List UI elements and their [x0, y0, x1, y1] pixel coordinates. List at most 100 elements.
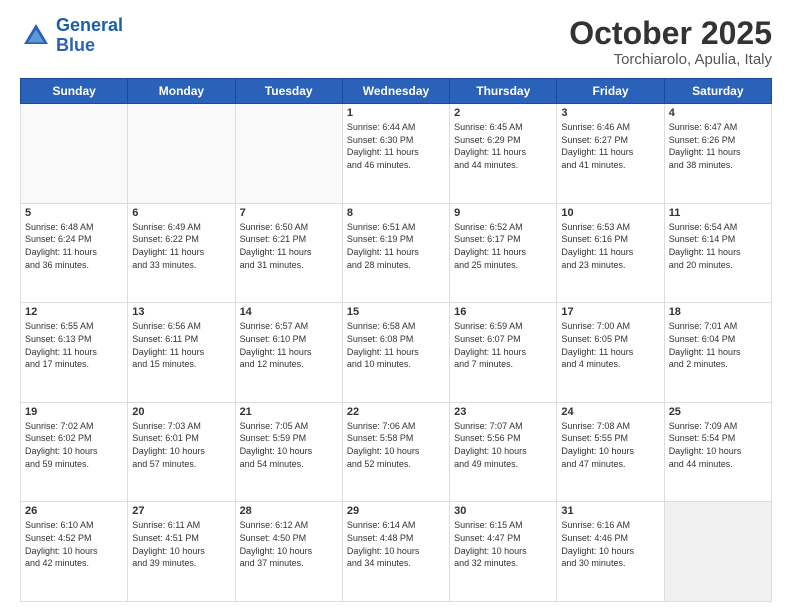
calendar-cell: 10 Sunrise: 6:53 AM Sunset: 6:16 PM Dayli…: [557, 203, 664, 303]
day-number: 19: [25, 406, 123, 418]
day-number: 23: [454, 406, 552, 418]
calendar-cell: 7 Sunrise: 6:50 AM Sunset: 6:21 PM Daylig…: [235, 203, 342, 303]
week-row-4: 19 Sunrise: 7:02 AM Sunset: 6:02 PM Dayli…: [21, 402, 772, 502]
calendar-cell: 24 Sunrise: 7:08 AM Sunset: 5:55 PM Dayli…: [557, 402, 664, 502]
logo-icon: [20, 20, 52, 52]
day-info: Sunrise: 6:53 AM Sunset: 6:16 PM Dayligh…: [561, 221, 659, 271]
weekday-header-tuesday: Tuesday: [235, 79, 342, 104]
calendar-cell: 23Sunrise: 7:07 AM Sunset: 5:56 PM Dayli…: [450, 402, 557, 502]
calendar-cell: [664, 502, 771, 602]
day-number: 11: [669, 207, 767, 219]
page: General Blue October 2025 Torchiarolo, A…: [0, 0, 792, 612]
day-info: Sunrise: 6:54 AM Sunset: 6:14 PM Dayligh…: [669, 221, 767, 271]
week-row-2: 5Sunrise: 6:48 AM Sunset: 6:24 PM Daylig…: [21, 203, 772, 303]
weekday-header-sunday: Sunday: [21, 79, 128, 104]
calendar-cell: 21 Sunrise: 7:05 AM Sunset: 5:59 PM Dayli…: [235, 402, 342, 502]
calendar-cell: 19 Sunrise: 7:02 AM Sunset: 6:02 PM Dayli…: [21, 402, 128, 502]
calendar-cell: 28Sunrise: 6:12 AM Sunset: 4:50 PM Dayli…: [235, 502, 342, 602]
calendar-cell: 3 Sunrise: 6:46 AM Sunset: 6:27 PM Daylig…: [557, 104, 664, 204]
weekday-header-row: SundayMondayTuesdayWednesdayThursdayFrid…: [21, 79, 772, 104]
day-info: Sunrise: 6:45 AM Sunset: 6:29 PM Dayligh…: [454, 121, 552, 171]
day-number: 3: [561, 107, 659, 119]
weekday-header-thursday: Thursday: [450, 79, 557, 104]
calendar-cell: 20 Sunrise: 7:03 AM Sunset: 6:01 PM Dayli…: [128, 402, 235, 502]
day-number: 20: [132, 406, 230, 418]
day-info: Sunrise: 6:50 AM Sunset: 6:21 PM Dayligh…: [240, 221, 338, 271]
calendar-cell: 9 Sunrise: 6:52 AM Sunset: 6:17 PM Daylig…: [450, 203, 557, 303]
day-number: 30: [454, 505, 552, 517]
day-info: Sunrise: 7:08 AM Sunset: 5:55 PM Dayligh…: [561, 420, 659, 470]
calendar-cell: 31 Sunrise: 6:16 AM Sunset: 4:46 PM Dayli…: [557, 502, 664, 602]
day-info: Sunrise: 6:48 AM Sunset: 6:24 PM Dayligh…: [25, 221, 123, 271]
calendar-cell: [128, 104, 235, 204]
day-number: 2: [454, 107, 552, 119]
day-number: 10: [561, 207, 659, 219]
day-info: Sunrise: 6:47 AM Sunset: 6:26 PM Dayligh…: [669, 121, 767, 171]
weekday-header-friday: Friday: [557, 79, 664, 104]
day-info: Sunrise: 6:58 AM Sunset: 6:08 PM Dayligh…: [347, 320, 445, 370]
day-number: 4: [669, 107, 767, 119]
day-info: Sunrise: 6:10 AM Sunset: 4:52 PM Dayligh…: [25, 519, 123, 569]
day-number: 26: [25, 505, 123, 517]
logo-text: General Blue: [56, 16, 123, 56]
calendar-cell: [21, 104, 128, 204]
day-number: 28: [240, 505, 338, 517]
weekday-header-wednesday: Wednesday: [342, 79, 449, 104]
day-info: Sunrise: 7:06 AM Sunset: 5:58 PM Dayligh…: [347, 420, 445, 470]
day-info: Sunrise: 6:14 AM Sunset: 4:48 PM Dayligh…: [347, 519, 445, 569]
calendar-cell: 5Sunrise: 6:48 AM Sunset: 6:24 PM Daylig…: [21, 203, 128, 303]
day-info: Sunrise: 7:02 AM Sunset: 6:02 PM Dayligh…: [25, 420, 123, 470]
calendar-cell: 25Sunrise: 7:09 AM Sunset: 5:54 PM Dayli…: [664, 402, 771, 502]
calendar-cell: 12 Sunrise: 6:55 AM Sunset: 6:13 PM Dayli…: [21, 303, 128, 403]
location-title: Torchiarolo, Apulia, Italy: [569, 51, 772, 68]
calendar-cell: 30Sunrise: 6:15 AM Sunset: 4:47 PM Dayli…: [450, 502, 557, 602]
day-number: 6: [132, 207, 230, 219]
day-info: Sunrise: 7:03 AM Sunset: 6:01 PM Dayligh…: [132, 420, 230, 470]
day-number: 22: [347, 406, 445, 418]
day-number: 25: [669, 406, 767, 418]
day-info: Sunrise: 6:57 AM Sunset: 6:10 PM Dayligh…: [240, 320, 338, 370]
week-row-3: 12 Sunrise: 6:55 AM Sunset: 6:13 PM Dayli…: [21, 303, 772, 403]
weekday-header-saturday: Saturday: [664, 79, 771, 104]
day-number: 12: [25, 306, 123, 318]
day-info: Sunrise: 6:56 AM Sunset: 6:11 PM Dayligh…: [132, 320, 230, 370]
calendar-cell: 14 Sunrise: 6:57 AM Sunset: 6:10 PM Dayli…: [235, 303, 342, 403]
day-number: 14: [240, 306, 338, 318]
logo-line2: Blue: [56, 35, 95, 55]
calendar-cell: 18Sunrise: 7:01 AM Sunset: 6:04 PM Dayli…: [664, 303, 771, 403]
day-number: 13: [132, 306, 230, 318]
day-info: Sunrise: 6:49 AM Sunset: 6:22 PM Dayligh…: [132, 221, 230, 271]
weekday-header-monday: Monday: [128, 79, 235, 104]
day-number: 21: [240, 406, 338, 418]
calendar-cell: 26 Sunrise: 6:10 AM Sunset: 4:52 PM Dayli…: [21, 502, 128, 602]
day-number: 15: [347, 306, 445, 318]
calendar-cell: 2 Sunrise: 6:45 AM Sunset: 6:29 PM Daylig…: [450, 104, 557, 204]
day-info: Sunrise: 6:46 AM Sunset: 6:27 PM Dayligh…: [561, 121, 659, 171]
day-number: 8: [347, 207, 445, 219]
calendar-cell: 6 Sunrise: 6:49 AM Sunset: 6:22 PM Daylig…: [128, 203, 235, 303]
day-number: 31: [561, 505, 659, 517]
calendar-cell: 13 Sunrise: 6:56 AM Sunset: 6:11 PM Dayli…: [128, 303, 235, 403]
calendar-cell: 15 Sunrise: 6:58 AM Sunset: 6:08 PM Dayli…: [342, 303, 449, 403]
day-number: 18: [669, 306, 767, 318]
day-number: 24: [561, 406, 659, 418]
week-row-5: 26 Sunrise: 6:10 AM Sunset: 4:52 PM Dayli…: [21, 502, 772, 602]
day-number: 9: [454, 207, 552, 219]
header: General Blue October 2025 Torchiarolo, A…: [20, 16, 772, 68]
day-number: 29: [347, 505, 445, 517]
calendar-cell: [235, 104, 342, 204]
day-number: 7: [240, 207, 338, 219]
month-title: October 2025: [569, 16, 772, 51]
calendar-cell: 16Sunrise: 6:59 AM Sunset: 6:07 PM Dayli…: [450, 303, 557, 403]
day-info: Sunrise: 7:05 AM Sunset: 5:59 PM Dayligh…: [240, 420, 338, 470]
calendar-cell: 11 Sunrise: 6:54 AM Sunset: 6:14 PM Dayli…: [664, 203, 771, 303]
day-info: Sunrise: 6:52 AM Sunset: 6:17 PM Dayligh…: [454, 221, 552, 271]
day-info: Sunrise: 6:16 AM Sunset: 4:46 PM Dayligh…: [561, 519, 659, 569]
day-number: 16: [454, 306, 552, 318]
day-info: Sunrise: 6:44 AM Sunset: 6:30 PM Dayligh…: [347, 121, 445, 171]
logo: General Blue: [20, 16, 123, 56]
day-info: Sunrise: 6:55 AM Sunset: 6:13 PM Dayligh…: [25, 320, 123, 370]
title-block: October 2025 Torchiarolo, Apulia, Italy: [569, 16, 772, 68]
calendar-cell: 29 Sunrise: 6:14 AM Sunset: 4:48 PM Dayli…: [342, 502, 449, 602]
day-number: 27: [132, 505, 230, 517]
